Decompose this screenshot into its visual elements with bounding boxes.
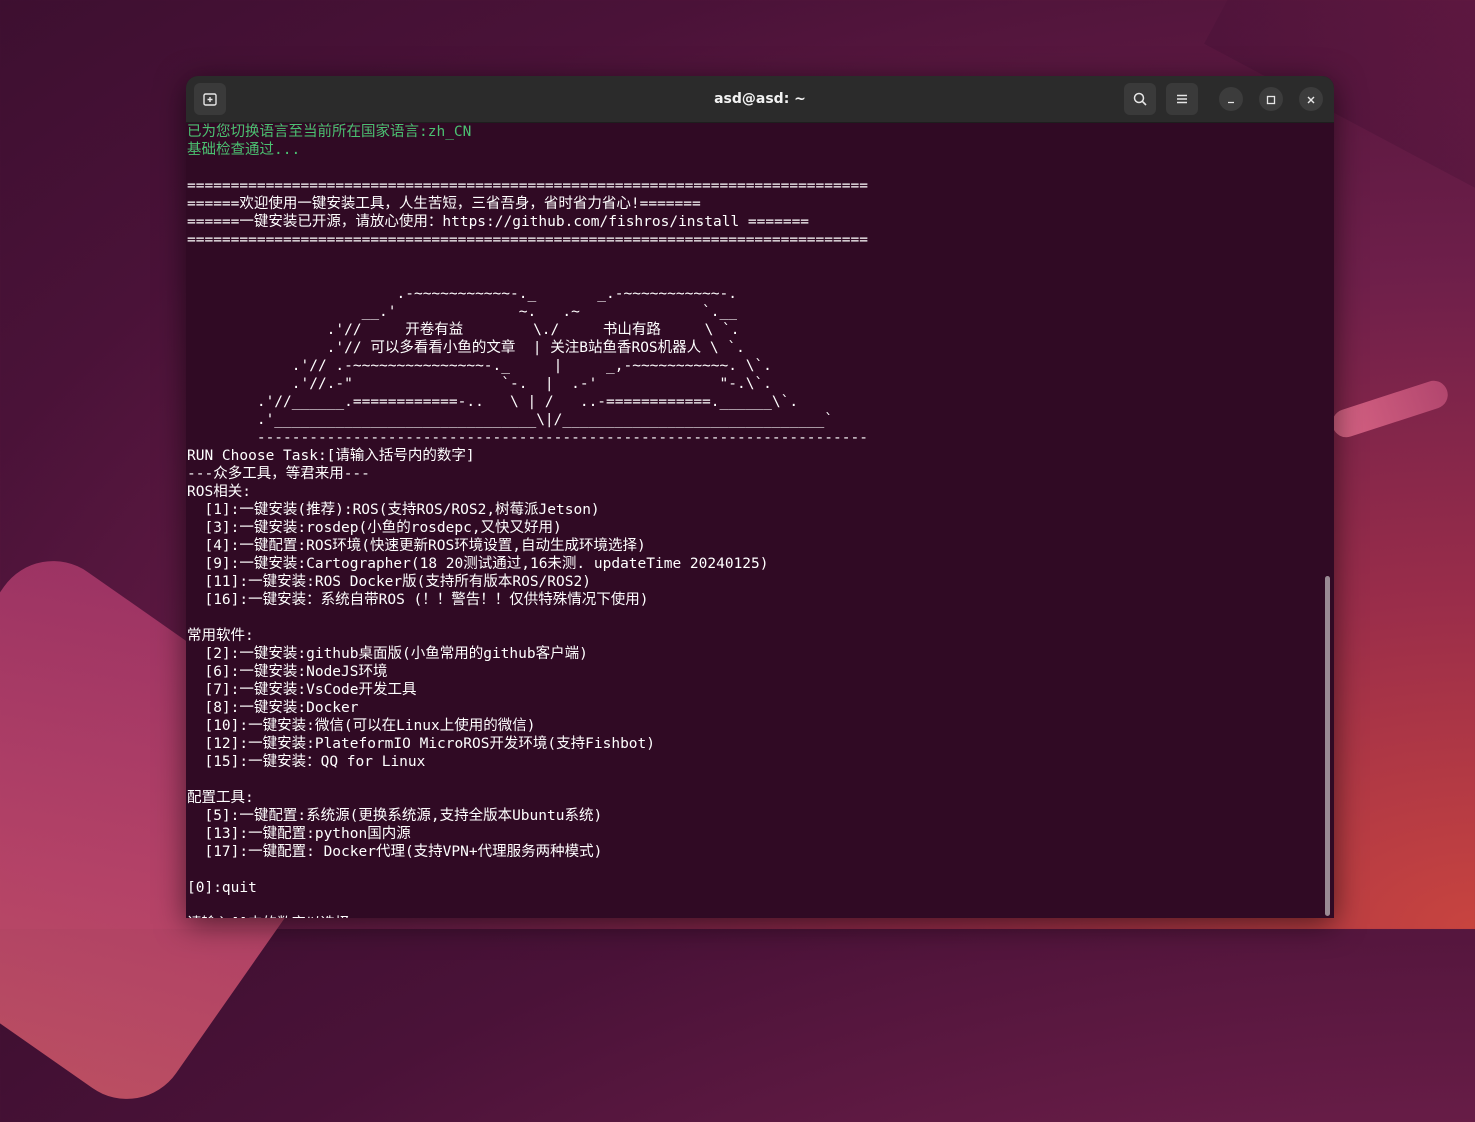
terminal-line: [3]:一键安装:rosdep(小鱼的rosdepc,又快又好用) xyxy=(187,520,562,536)
terminal-line: 已为您切换语言至当前所在国家语言:zh_CN xyxy=(187,124,472,140)
terminal-line: ROS相关: xyxy=(187,484,251,500)
terminal-line: [13]:一键配置:python国内源 xyxy=(187,826,411,842)
terminal-line: ----------------------------------------… xyxy=(187,430,868,446)
close-button[interactable] xyxy=(1299,87,1323,111)
terminal-window: asd@asd: ~ 已为您切换语言至当前所在国家语言:zh_CN 基础检查通过… xyxy=(186,76,1334,918)
search-icon xyxy=(1132,91,1148,107)
terminal-output[interactable]: 已为您切换语言至当前所在国家语言:zh_CN 基础检查通过... =========… xyxy=(186,123,1334,918)
maximize-button[interactable] xyxy=(1259,87,1283,111)
wallpaper-shape xyxy=(1328,377,1452,441)
terminal-line: [10]:一键安装:微信(可以在Linux上使用的微信) xyxy=(187,718,536,734)
title-bar: asd@asd: ~ xyxy=(186,76,1334,123)
terminal-line: [7]:一键安装:VsCode开发工具 xyxy=(187,682,417,698)
hamburger-menu-icon xyxy=(1174,91,1190,107)
terminal-line: [16]:一键安装：系统自带ROS (！！警告！！仅供特殊情况下使用) xyxy=(187,592,649,608)
terminal-line: [8]:一键安装:Docker xyxy=(187,700,359,716)
minimize-button[interactable] xyxy=(1219,87,1243,111)
terminal-line: 请输入[]内的数字以选择: xyxy=(187,915,1334,918)
terminal-line: [15]:一键安装：QQ for Linux xyxy=(187,754,426,770)
terminal-line: [9]:一键安装:Cartographer(18 20测试通过,16未测. up… xyxy=(187,556,769,572)
terminal-line: RUN Choose Task:[请输入括号内的数字] xyxy=(187,448,475,464)
terminal-line: ======欢迎使用一键安装工具，人生苦短，三省吾身，省时省力省心!======… xyxy=(187,196,701,212)
terminal-line: .-~~~~~~~~~~~-._ _.-~~~~~~~~~~~-. xyxy=(187,286,737,302)
menu-button[interactable] xyxy=(1166,83,1198,115)
maximize-icon xyxy=(1266,90,1276,109)
terminal-line: [1]:一键安装(推荐):ROS(支持ROS/ROS2,树莓派Jetson) xyxy=(187,502,600,518)
terminal-line: [4]:一键配置:ROS环境(快速更新ROS环境设置,自动生成环境选择) xyxy=(187,538,646,554)
terminal-line: .'//.-" `-. | .-' "-.\`. xyxy=(187,376,772,392)
close-icon xyxy=(1306,90,1316,109)
terminal-line: ========================================… xyxy=(187,178,868,194)
terminal-line: .'______________________________\|/_____… xyxy=(187,412,834,428)
minimize-icon xyxy=(1226,90,1236,109)
terminal-line: .'// 开卷有益 \./ 书山有路 \ `. xyxy=(187,322,740,338)
terminal-line: .'//______.============-.. \ | / ..-====… xyxy=(187,394,799,410)
terminal-line: [2]:一键安装:github桌面版(小鱼常用的github客户端) xyxy=(187,646,588,662)
terminal-line: .'// .-~~~~~~~~~~~~~~~-._ | _,-~~~~~~~~~… xyxy=(187,358,772,374)
terminal-line: [0]:quit xyxy=(187,880,257,896)
terminal-line: ---众多工具，等君来用--- xyxy=(187,466,370,482)
terminal-line: ========================================… xyxy=(187,232,868,248)
window-title: asd@asd: ~ xyxy=(714,91,806,107)
terminal-line: [17]:一键配置: Docker代理(支持VPN+代理服务两种模式) xyxy=(187,844,603,860)
terminal-line: [6]:一键安装:NodeJS环境 xyxy=(187,664,388,680)
scrollbar[interactable] xyxy=(1325,576,1330,916)
terminal-line: [5]:一键配置:系统源(更换系统源,支持全版本Ubuntu系统) xyxy=(187,808,603,824)
terminal-line: ======一键安装已开源，请放心使用：https://github.com/f… xyxy=(187,214,810,230)
terminal-line: .'// 可以多看看小鱼的文章 | 关注B站鱼香ROS机器人 \ `. xyxy=(187,340,745,356)
search-button[interactable] xyxy=(1124,83,1156,115)
terminal-line: __.' ~. .~ `.__ xyxy=(187,304,737,320)
terminal-line: 常用软件: xyxy=(187,628,254,644)
terminal-line: [11]:一键安装:ROS Docker版(支持所有版本ROS/ROS2) xyxy=(187,574,591,590)
terminal-line: 基础检查通过... xyxy=(187,142,301,158)
terminal-line: [12]:一键安装:PlateformIO MicroROS开发环境(支持Fis… xyxy=(187,736,655,752)
terminal-line: 配置工具: xyxy=(187,790,254,806)
